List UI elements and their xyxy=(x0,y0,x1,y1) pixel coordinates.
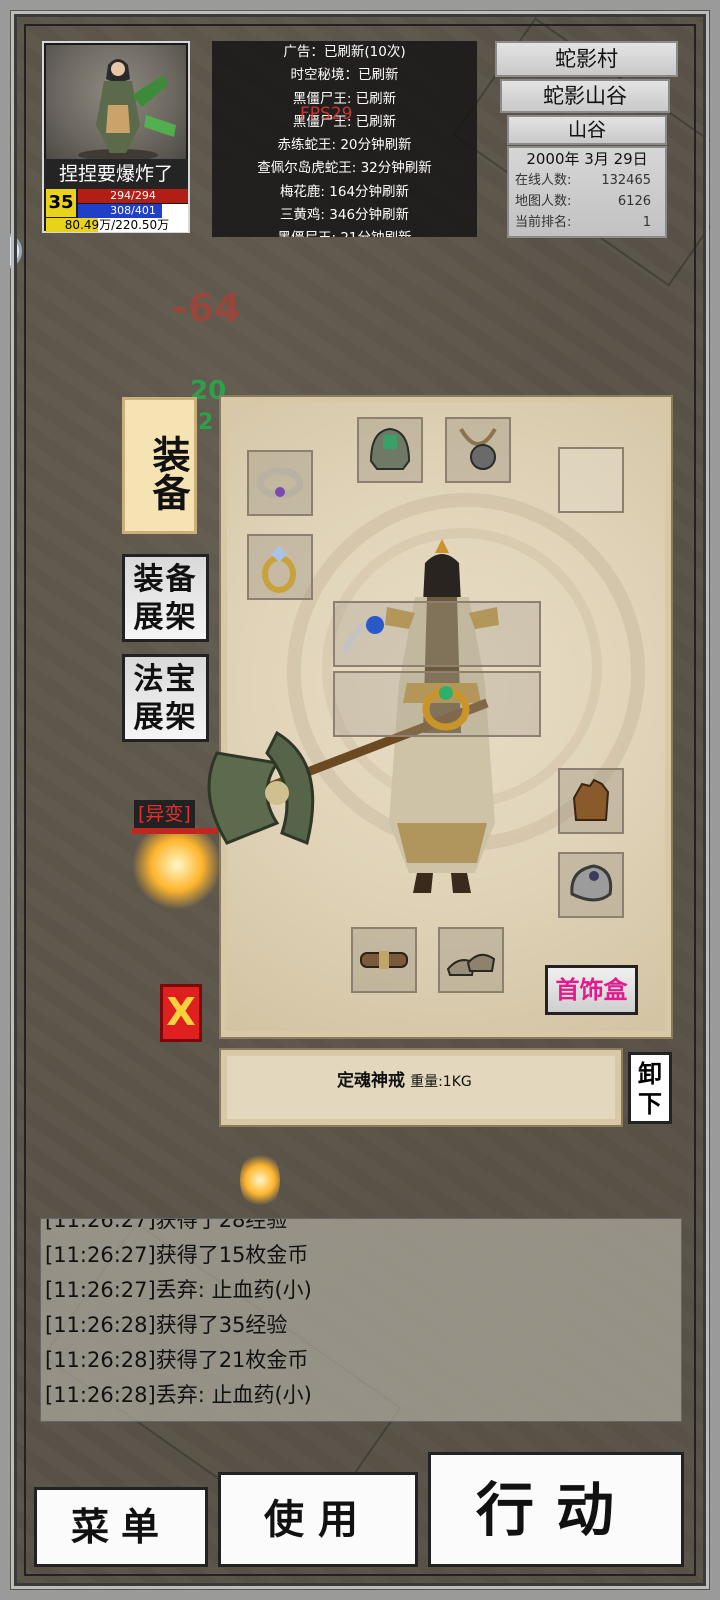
map-players-value: 6126 xyxy=(617,194,651,209)
boss-refresh-list[interactable]: 广告：已刷新(10次) 时空秘境：已刷新 黑僵尸王: 已刷新 黑僵尸王: 已刷新… xyxy=(212,41,477,237)
exp-text: 80.49万/220.50万 xyxy=(64,218,170,232)
boss-row: 三黄鸡: 346分钟刷新 xyxy=(279,207,410,224)
online-value: 132465 xyxy=(601,173,651,188)
enemy-hp-bar xyxy=(132,828,218,834)
item-info-text: 定魂神戒 重量:1KG xyxy=(337,1066,472,1091)
ring-slot-wide[interactable] xyxy=(333,671,541,737)
map-zone-label[interactable]: 山谷 xyxy=(507,115,667,145)
jewelry-box-button[interactable]: 首饰盒 xyxy=(545,965,638,1015)
online-label: 在线人数: xyxy=(515,173,572,188)
glove-slot[interactable] xyxy=(558,768,624,834)
mp-bar: 308/401 xyxy=(78,204,188,218)
jade-ring-icon xyxy=(422,686,470,731)
player-name: 捏捏要爆炸了 xyxy=(44,159,188,189)
tab-equipment[interactable]: 装备 xyxy=(122,397,197,534)
mp-text: 308/401 xyxy=(110,204,156,217)
chat-line: [11:26:28]获得了35经验 xyxy=(45,1313,288,1337)
player-avatar xyxy=(46,45,186,161)
chat-line: [11:26:27]获得了15枚金币 xyxy=(45,1243,309,1267)
mutation-tag: [异变] xyxy=(134,800,195,828)
chat-line: [11:26:27]获得了28经验 xyxy=(45,1218,288,1232)
game-date: 2000年 3月 29日 xyxy=(526,150,648,168)
bracelet-slot[interactable] xyxy=(247,450,313,516)
boss-row: 查佩尔岛虎蛇王: 32分钟刷新 xyxy=(257,160,432,177)
use-button[interactable]: 使用 xyxy=(218,1472,418,1567)
boss-row: 梅花鹿: 164分钟刷新 xyxy=(279,183,410,200)
hp-bar: 294/294 xyxy=(78,189,188,203)
necklace-icon xyxy=(459,427,497,470)
equipment-rack-label: 装备展架 xyxy=(133,562,198,635)
boss-row: 黑僵尸王: 21分钟刷新 xyxy=(212,227,477,237)
action-button[interactable]: 行动 xyxy=(428,1452,684,1567)
menu-button[interactable]: 菜单 xyxy=(34,1487,208,1567)
chat-log[interactable]: [11:26:27]获得了28经验 [11:26:27]获得了15枚金币 [11… xyxy=(40,1218,682,1422)
helmet-icon xyxy=(369,427,411,470)
player-level: 35 xyxy=(46,189,76,217)
game-screen: 捏捏要爆炸了 35 294/294 308/401 80.49万/220.50万… xyxy=(0,0,720,1600)
ring-icon xyxy=(570,864,613,902)
unequip-label: 卸下 xyxy=(638,1060,662,1118)
rank-value: 1 xyxy=(642,215,651,230)
damage-number: -64 xyxy=(172,286,241,330)
exp-bar: 80.49万/220.50万 xyxy=(46,218,188,232)
chat-line: [11:26:28]丢弃: 止血药(小) xyxy=(45,1383,312,1407)
bracelet-icon xyxy=(256,467,304,499)
map-area-label[interactable]: 蛇影山谷 xyxy=(500,79,670,113)
blue-gem-ring-icon xyxy=(342,614,386,655)
item-weight: 重量:1KG xyxy=(410,1074,472,1090)
chat-line: [11:26:28]获得了21枚金币 xyxy=(45,1348,309,1372)
belt-slot[interactable] xyxy=(351,927,417,993)
chat-line: [11:26:27]丢弃: 止血药(小) xyxy=(45,1278,312,1302)
helmet-slot[interactable] xyxy=(357,417,423,483)
hp-text: 294/294 xyxy=(110,189,156,202)
glove-icon xyxy=(572,778,610,821)
boss-row: 时空秘境：已刷新 xyxy=(290,67,399,84)
rank-label: 当前排名: xyxy=(515,215,572,230)
fps-counter: FPS29 xyxy=(300,104,353,124)
map-region-label[interactable]: 蛇影村 xyxy=(495,41,678,77)
boss-row: 赤练蛇王: 20分钟刷新 xyxy=(277,137,412,154)
chat-bubble-icon[interactable] xyxy=(0,232,22,270)
ring-slot[interactable] xyxy=(558,852,624,918)
boots-icon xyxy=(446,953,496,976)
heal-number: 2 xyxy=(198,410,214,435)
equipment-panel: 首饰盒 xyxy=(207,395,673,1039)
belt-icon xyxy=(360,951,408,969)
close-button[interactable]: X xyxy=(160,984,202,1042)
equipment-rack-button[interactable]: 装备展架 xyxy=(122,554,209,642)
empty-slot[interactable] xyxy=(558,447,624,513)
server-info-panel: 2000年 3月 29日 在线人数: 132465 地图人数: 6126 当前排名:… xyxy=(507,146,667,238)
map-players-label: 地图人数: xyxy=(515,194,572,209)
item-name: 定魂神戒 xyxy=(337,1071,405,1091)
ring-icon xyxy=(262,546,296,593)
player-portrait[interactable]: 捏捏要爆炸了 35 294/294 308/401 80.49万/220.50万 xyxy=(42,41,190,233)
torch-flame xyxy=(240,1150,280,1210)
boss-row: 广告：已刷新(10次) xyxy=(283,44,406,60)
ring-slot-wide[interactable] xyxy=(333,601,541,667)
unequip-button[interactable]: 卸下 xyxy=(628,1052,672,1124)
necklace-slot[interactable] xyxy=(445,417,511,483)
boots-slot[interactable] xyxy=(438,927,504,993)
ring-slot[interactable] xyxy=(247,534,313,600)
item-info-bar: 定魂神戒 重量:1KG xyxy=(219,1048,623,1127)
